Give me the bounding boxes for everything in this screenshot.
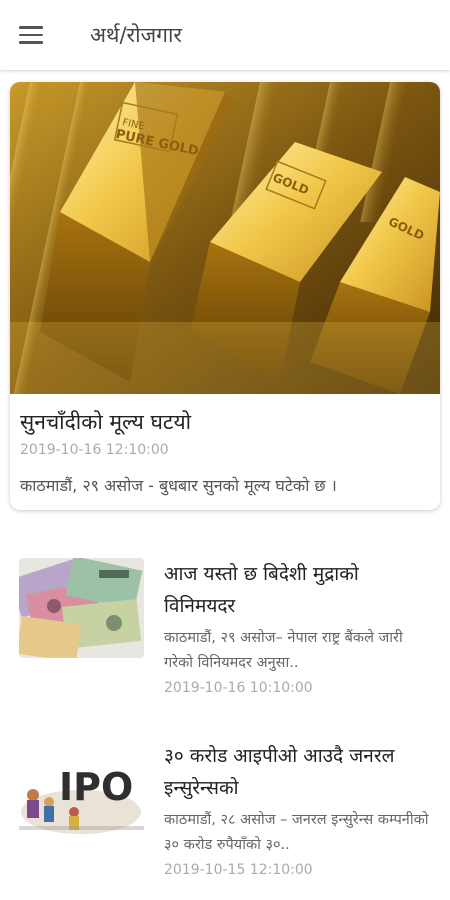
- featured-news-date: 2019-10-16 12:10:00: [20, 442, 169, 458]
- featured-news-summary: काठमाडौं, २९ असोज - बुधबार सुनको मूल्य घ…: [20, 476, 337, 495]
- app-bar: अर्थ/रोजगार: [0, 0, 450, 70]
- gold-bars-image: FINE PURE GOLD GOLD GOLD: [10, 82, 440, 394]
- news-summary: काठमाडौं, २८ असोज – जनरल इन्सुरेन्स कम्प…: [164, 812, 429, 853]
- news-date: 2019-10-15 12:10:00: [164, 862, 313, 878]
- news-title[interactable]: आज यस्तो छ बिदेशी मुद्राको विनिमयदर: [164, 558, 434, 622]
- featured-news-card[interactable]: FINE PURE GOLD GOLD GOLD सुनचाँदीको मूल्…: [10, 82, 440, 510]
- ipo-thumbnail: IPO: [19, 740, 144, 840]
- news-title[interactable]: ३० करोड आइपीओ आउदै जनरल इन्सुरेन्सको: [164, 740, 434, 804]
- news-summary: काठमाडौं, २९ असोज– नेपाल राष्ट्र बैंकले …: [164, 630, 403, 671]
- news-date: 2019-10-16 10:10:00: [164, 680, 313, 696]
- currency-notes-thumbnail: [19, 558, 144, 658]
- list-item[interactable]: आज यस्तो छ बिदेशी मुद्राको विनिमयदर काठम…: [0, 558, 450, 718]
- page-title: अर्थ/रोजगार: [90, 23, 182, 47]
- list-item[interactable]: IPO ३० करोड आइपीओ आउदै जनरल इन्सुरेन्सको…: [0, 740, 450, 900]
- featured-news-title[interactable]: सुनचाँदीको मूल्य घटयो: [20, 408, 191, 436]
- hamburger-menu-icon[interactable]: [14, 20, 48, 50]
- ipo-text: IPO: [59, 765, 133, 809]
